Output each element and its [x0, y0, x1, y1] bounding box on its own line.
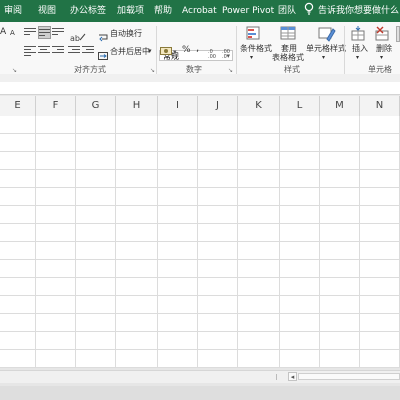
- chevron-down-icon: ▾: [356, 54, 360, 61]
- format-as-table-label-2[interactable]: 表格格式: [272, 53, 304, 62]
- tell-me-box[interactable]: 告诉我你想要做什么: [304, 2, 399, 16]
- grid-line: [359, 116, 360, 368]
- chevron-down-icon: ▾: [322, 54, 326, 61]
- group-label-number: 数字: [186, 65, 202, 74]
- increase-decimal-icon[interactable]: .0.00: [208, 44, 220, 60]
- group-label-cells: 单元格: [368, 65, 392, 74]
- svg-text:.00: .00: [208, 54, 216, 59]
- column-header-f[interactable]: F: [36, 96, 76, 116]
- insert-button[interactable]: 插入: [352, 44, 368, 53]
- grid-line: [157, 116, 158, 368]
- status-bar: [0, 386, 400, 400]
- svg-text:.0: .0: [222, 54, 227, 59]
- percent-button[interactable]: %: [182, 46, 191, 55]
- insert-cells-icon: [350, 26, 366, 42]
- column-header-k[interactable]: K: [238, 96, 280, 116]
- column-header-l[interactable]: L: [280, 96, 320, 116]
- tab-power-pivot[interactable]: Power Pivot: [222, 6, 274, 16]
- tab-add-ins[interactable]: 加载项: [117, 6, 144, 16]
- grid-line: [197, 116, 198, 368]
- align-left-button[interactable]: [24, 44, 36, 56]
- merge-dropdown-icon[interactable]: ▾: [148, 47, 152, 56]
- scroll-thumb[interactable]: [298, 373, 400, 380]
- align-middle-button[interactable]: [38, 26, 51, 39]
- column-header-n[interactable]: N: [360, 96, 400, 116]
- tell-me-text: 告诉我你想要做什么: [318, 5, 400, 16]
- column-header-g[interactable]: G: [76, 96, 116, 116]
- grid-line: [319, 116, 320, 368]
- wrap-text-button[interactable]: 自动换行: [110, 29, 142, 38]
- column-header-i[interactable]: I: [158, 96, 198, 116]
- group-label-alignment: 对齐方式: [74, 65, 106, 74]
- tab-team[interactable]: 团队: [278, 6, 296, 16]
- horizontal-scrollbar[interactable]: ◂: [0, 370, 400, 383]
- merge-center-icon: [98, 46, 108, 60]
- grid-line: [279, 116, 280, 368]
- cell-styles-button[interactable]: 单元格样式: [306, 44, 346, 53]
- delete-cells-icon: [374, 26, 390, 42]
- accounting-format-icon[interactable]: ▾: [160, 42, 178, 56]
- align-bottom-button[interactable]: [52, 26, 64, 38]
- orientation-icon[interactable]: ab: [70, 27, 86, 43]
- format-as-table-label-1[interactable]: 套用: [281, 44, 297, 53]
- column-header-j[interactable]: J: [198, 96, 238, 116]
- grid-line: [115, 116, 116, 368]
- group-label-styles: 样式: [284, 65, 300, 74]
- increase-indent-button[interactable]: [82, 44, 94, 56]
- delete-button[interactable]: 删除: [376, 44, 392, 53]
- tab-view[interactable]: 视图: [38, 6, 56, 16]
- comma-button[interactable]: ,: [196, 44, 199, 54]
- split-handle[interactable]: [276, 374, 285, 380]
- svg-text:ab: ab: [70, 34, 80, 42]
- svg-text:▾: ▾: [173, 48, 177, 56]
- chevron-down-icon: ▾: [380, 54, 384, 61]
- ribbon-gap: [0, 74, 400, 82]
- column-header-m[interactable]: M: [320, 96, 360, 116]
- formula-bar[interactable]: [0, 82, 400, 95]
- ribbon: A A ab 自动换行 合并后居中 ▾ 对齐方式 ↘ ↘ 常规 ▾ ▾ % , …: [0, 22, 400, 75]
- tab-acrobat[interactable]: Acrobat: [182, 6, 217, 16]
- conditional-format-button[interactable]: 条件格式: [240, 44, 272, 53]
- column-header-row: E F G H I J K L M N: [0, 96, 400, 117]
- column-header-h[interactable]: H: [116, 96, 158, 116]
- align-center-button[interactable]: [38, 44, 50, 56]
- tab-help[interactable]: 帮助: [154, 6, 172, 16]
- decrease-indent-button[interactable]: [68, 44, 80, 56]
- conditional-format-icon: [246, 26, 264, 42]
- separator: [344, 26, 345, 74]
- chevron-down-icon: ▾: [250, 54, 254, 61]
- tab-office-tab[interactable]: 办公标签: [70, 6, 106, 16]
- column-header-e[interactable]: E: [0, 96, 36, 116]
- cell-styles-icon: [318, 26, 336, 42]
- decrease-decimal-icon[interactable]: .00.0: [222, 44, 234, 60]
- ribbon-tab-bar: 审阅 视图 办公标签 加载项 帮助 Acrobat Power Pivot 团队…: [0, 0, 400, 22]
- wrap-text-icon: [98, 28, 108, 42]
- align-top-button[interactable]: [24, 26, 36, 38]
- format-cells-icon[interactable]: [396, 26, 400, 42]
- separator: [236, 26, 237, 74]
- grid-line: [35, 116, 36, 368]
- format-as-table-icon: [280, 26, 298, 42]
- lightbulb-icon: [304, 2, 314, 15]
- font-size-up-button[interactable]: A: [0, 28, 6, 37]
- tab-review[interactable]: 审阅: [4, 6, 22, 16]
- separator: [156, 26, 157, 74]
- align-right-button[interactable]: [52, 44, 64, 56]
- scroll-left-icon[interactable]: ◂: [288, 372, 297, 381]
- font-size-down-button[interactable]: A: [10, 29, 15, 38]
- merge-center-button[interactable]: 合并后居中: [110, 47, 150, 56]
- grid-line: [75, 116, 76, 368]
- cell-grid[interactable]: [0, 116, 400, 368]
- grid-line: [237, 116, 238, 368]
